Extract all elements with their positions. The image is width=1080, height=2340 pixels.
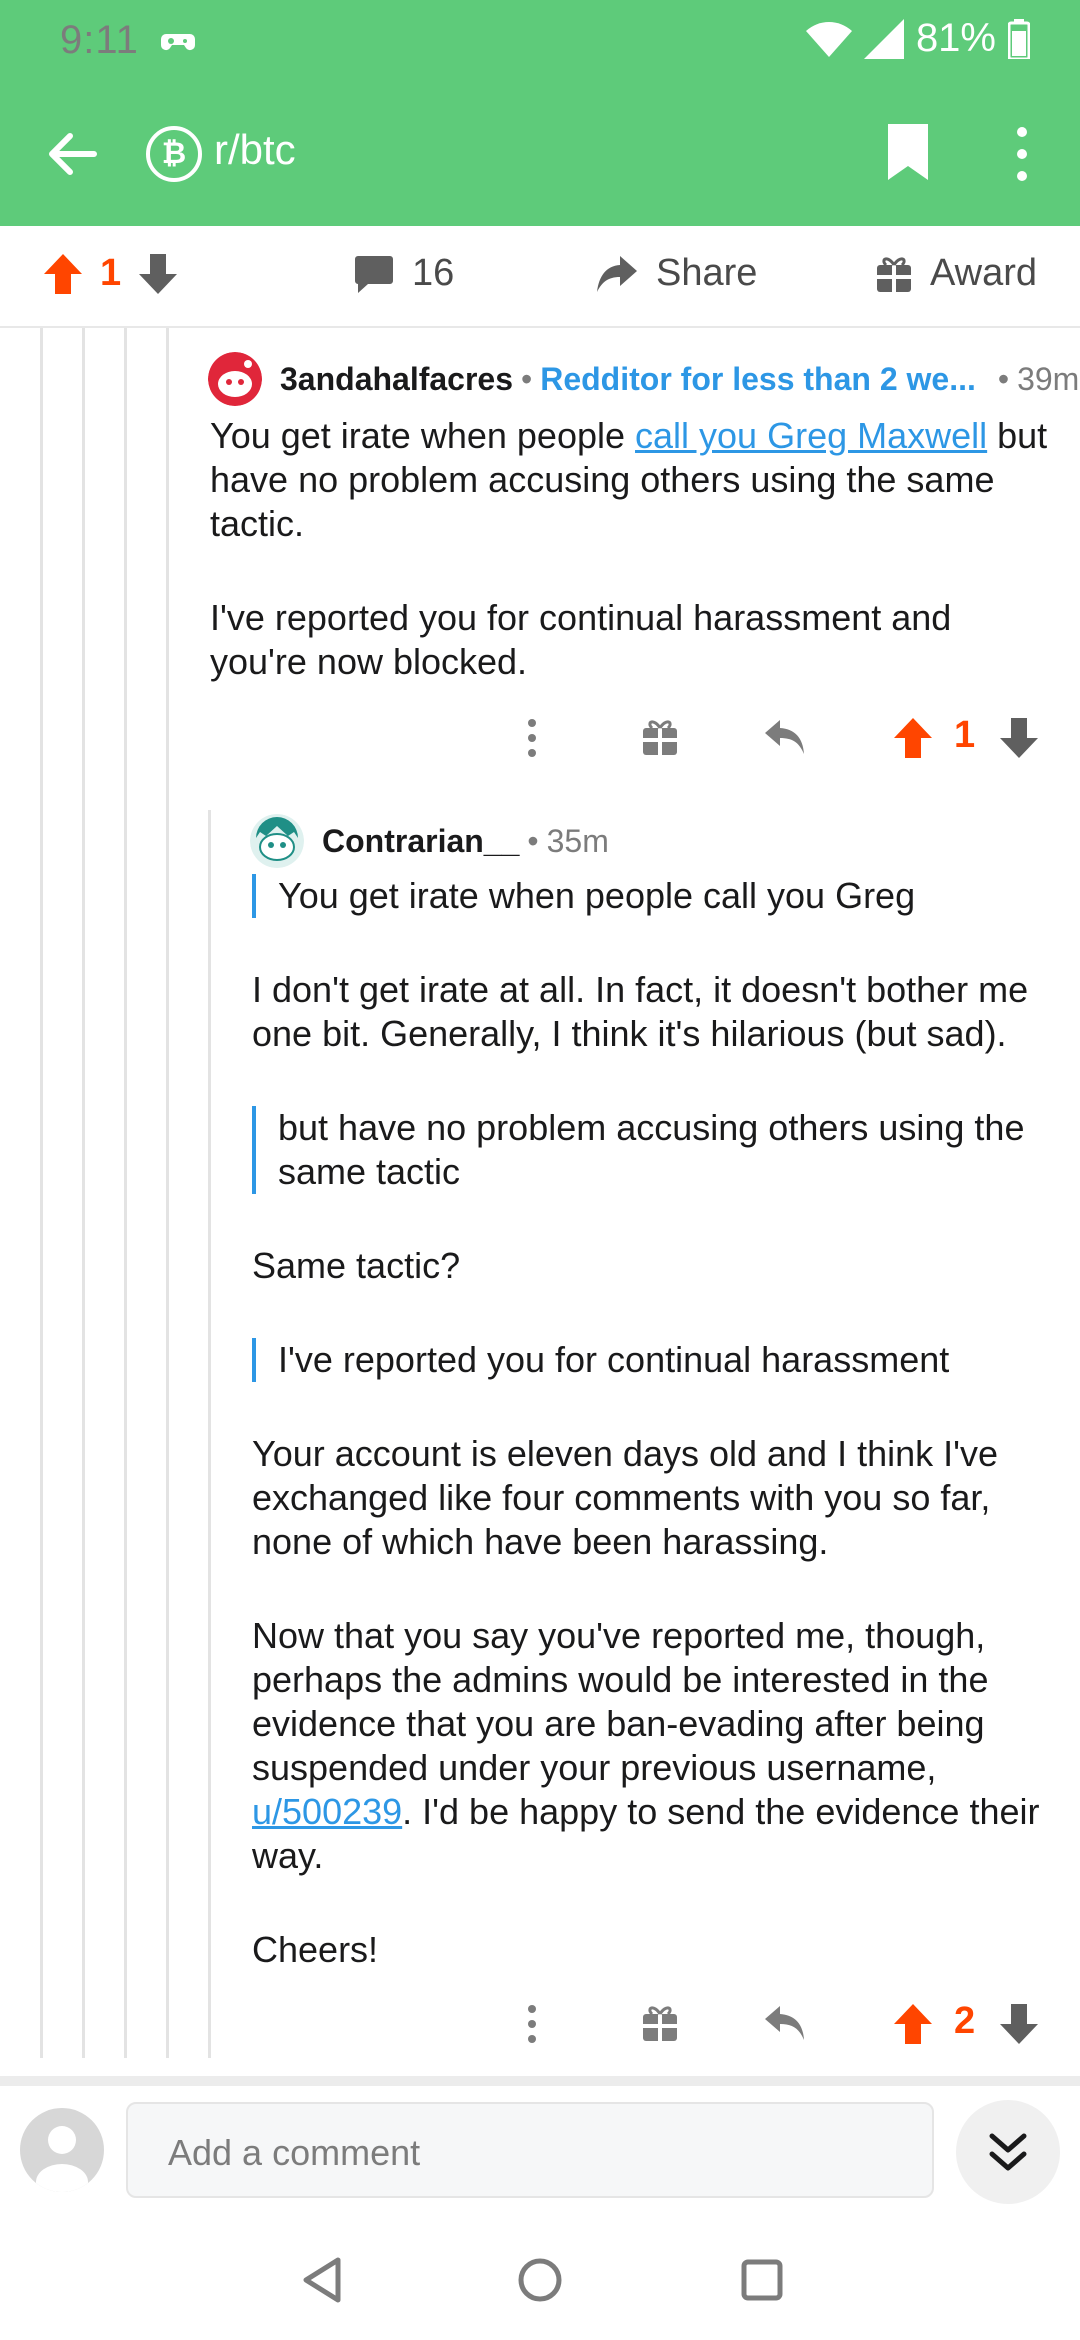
comment-paragraph: Cheers! (252, 1929, 379, 1970)
comment-author[interactable]: Contrarian__ (322, 823, 519, 860)
comment-header: 3andahalfacres • Redditor for less than … (208, 352, 1079, 406)
signal-icon (863, 18, 904, 59)
separator-dot: • (997, 360, 1010, 397)
downvote-icon[interactable] (1000, 718, 1038, 758)
text-span: Now that you say you've reported me, tho… (252, 1615, 989, 1788)
more-vertical-icon[interactable] (1004, 124, 1040, 184)
status-time: 9:11 (60, 18, 139, 62)
post-vote-count: 1 (100, 252, 122, 294)
blockquote: You get irate when people call you Greg (252, 874, 1052, 918)
comment-paragraph: Your account is eleven days old and I th… (252, 1433, 999, 1562)
user-avatar[interactable] (20, 2108, 104, 2192)
comment-score: 2 (954, 2000, 976, 2042)
nav-recents-icon[interactable] (734, 2252, 790, 2308)
comment-time: 35m (546, 822, 609, 859)
reply-icon[interactable] (764, 2004, 806, 2042)
snoo-avatar-icon[interactable] (250, 814, 304, 868)
top-bar: 9:11 81% ₿ r/btc (0, 0, 1080, 226)
downvote-icon[interactable] (139, 253, 178, 294)
comments-button[interactable]: 16 (354, 252, 454, 295)
user-link[interactable]: u/500239 (252, 1791, 402, 1832)
subreddit-name[interactable]: r/btc (214, 126, 296, 174)
award-label: Award (930, 252, 1038, 294)
comment-count: 16 (412, 252, 455, 294)
app-bar: ₿ r/btc (0, 100, 1080, 210)
comment-actions: 1 (0, 714, 1080, 766)
snoo-avatar-icon[interactable] (208, 352, 262, 406)
thread-line[interactable] (82, 328, 85, 2058)
nav-home-icon[interactable] (512, 2252, 568, 2308)
comment-body: You get irate when people call you Greg … (210, 414, 1050, 734)
upvote-icon[interactable] (44, 253, 82, 294)
more-vertical-icon[interactable] (524, 718, 540, 758)
comment-paragraph: I've reported you for continual harassme… (210, 597, 952, 682)
share-button[interactable]: Share (596, 252, 757, 295)
text-span: You get irate when people (210, 415, 636, 456)
blockquote: I've reported you for continual harassme… (252, 1338, 1052, 1382)
upvote-icon[interactable] (894, 2004, 932, 2044)
system-nav-bar (0, 2216, 1080, 2340)
battery-percent: 81% (915, 16, 996, 60)
comment-author[interactable]: 3andahalfacres (280, 361, 513, 398)
thread-line[interactable] (40, 328, 43, 2058)
comment-score: 1 (954, 714, 976, 756)
more-vertical-icon[interactable] (524, 2004, 540, 2044)
reddit-app: 9:11 81% ₿ r/btc 1 16 Share Award 3andah… (0, 0, 1080, 2340)
user-flair: Redditor for less than 2 we... (540, 360, 976, 397)
upvote-icon[interactable] (894, 718, 932, 758)
status-bar: 9:11 81% (0, 0, 1080, 80)
add-comment-input[interactable]: Add a comment (126, 2102, 934, 2198)
post-vote-group: 1 (44, 252, 178, 295)
person-icon (36, 2126, 88, 2192)
comment-paragraph: Now that you say you've reported me, tho… (252, 1614, 1052, 1878)
thread-line[interactable] (166, 328, 169, 2058)
gift-icon[interactable] (642, 718, 678, 756)
divider (0, 2076, 1080, 2086)
reply-icon[interactable] (764, 718, 806, 756)
comment-composer: Add a comment (0, 2086, 1080, 2216)
comment-link[interactable]: call you Greg Maxwell (635, 415, 987, 456)
double-chevron-down-icon (989, 2133, 1027, 2171)
blockquote: but have no problem accusing others usin… (252, 1106, 1052, 1194)
gift-icon[interactable] (642, 2004, 678, 2042)
separator-dot: • (527, 822, 539, 859)
comment-paragraph: Same tactic? (252, 1245, 461, 1286)
comment-paragraph: I don't get irate at all. In fact, it do… (252, 969, 1029, 1054)
thread-line[interactable] (208, 810, 211, 2058)
gift-icon (877, 257, 911, 292)
jump-to-bottom-button[interactable] (956, 2100, 1060, 2204)
award-button[interactable]: Award (876, 252, 1037, 295)
comment-bubble-icon (355, 255, 393, 293)
thread-line[interactable] (124, 328, 127, 2058)
comment-paragraph: You get irate when people call you Greg … (210, 414, 1050, 546)
share-label: Share (656, 252, 758, 294)
separator-dot: • (521, 360, 533, 397)
wifi-icon (805, 21, 852, 57)
battery-icon (1008, 18, 1030, 59)
comment-body: You get irate when people call you Greg … (252, 874, 1052, 2022)
back-arrow-icon[interactable] (44, 126, 100, 182)
comment-actions: 2 (0, 2000, 1080, 2052)
comment-time: 39m (1017, 360, 1080, 397)
share-arrow-icon (597, 255, 637, 292)
status-right: 81% (805, 16, 1030, 61)
nav-back-icon[interactable] (296, 2252, 352, 2308)
downvote-icon[interactable] (1000, 2004, 1038, 2044)
bitcoin-icon[interactable]: ₿ (146, 126, 202, 182)
comment-header: Contrarian__ • 35m (250, 814, 609, 868)
bookmark-icon[interactable] (884, 122, 932, 182)
game-controller-icon (161, 34, 195, 50)
post-action-bar: 1 16 Share Award (0, 226, 1080, 328)
